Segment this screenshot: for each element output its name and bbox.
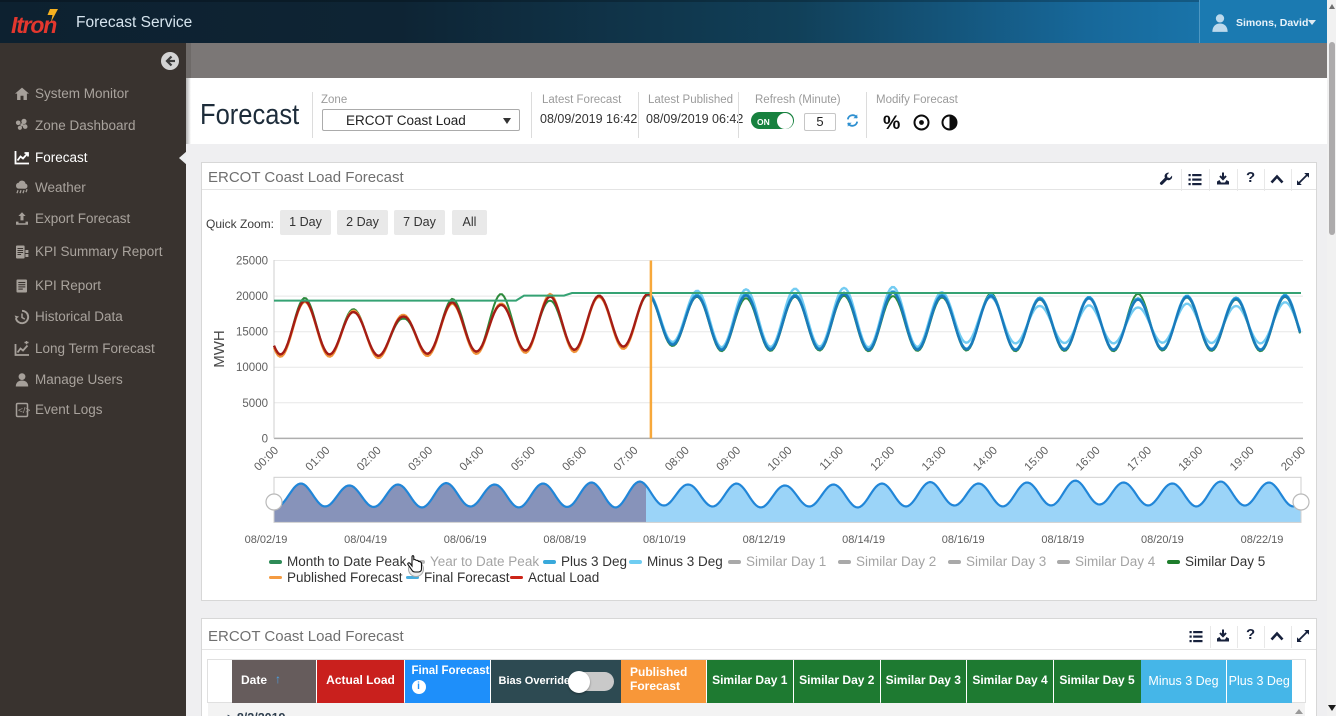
svg-text:</>: </> — [18, 405, 30, 415]
svg-text:Itron: Itron — [11, 12, 57, 38]
